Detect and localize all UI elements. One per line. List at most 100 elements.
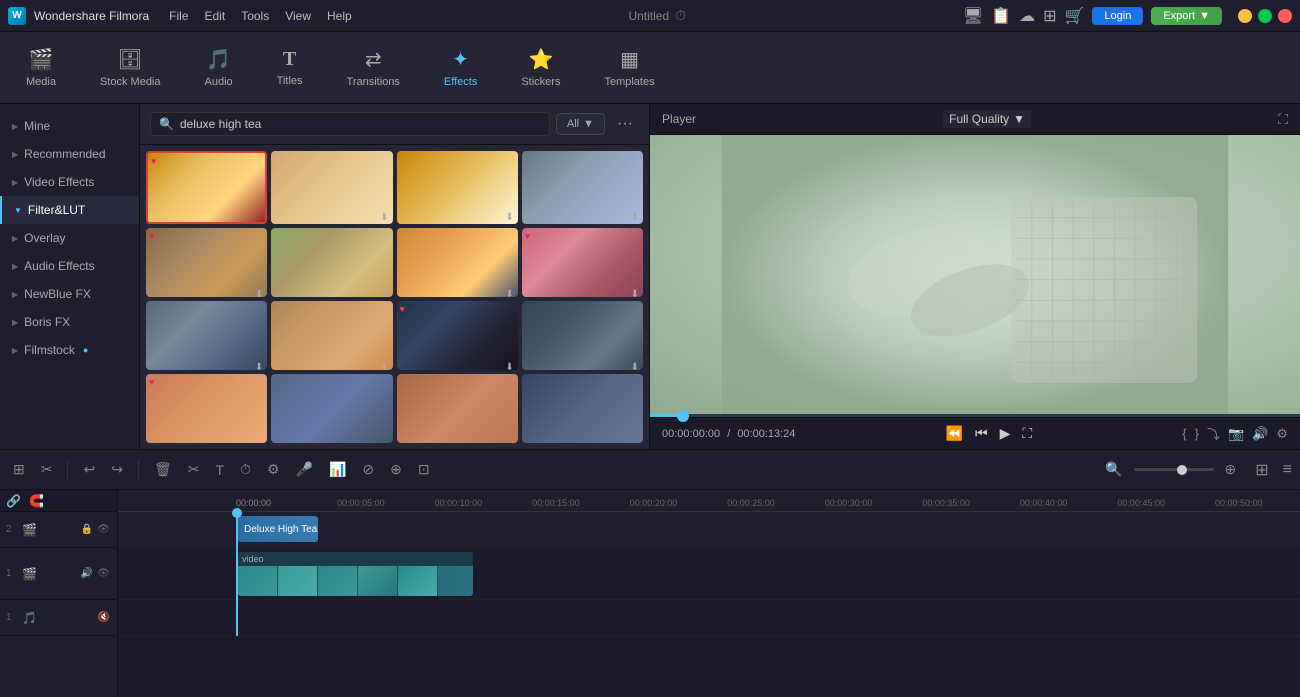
toolbar-transitions[interactable]: ⇄ Transitions	[337, 41, 410, 94]
panel-item-video-effects[interactable]: ▶ Video Effects	[0, 168, 139, 196]
panel-item-filmstock[interactable]: ▶ Filmstock ●	[0, 336, 139, 364]
seek-thumb[interactable]	[677, 410, 689, 422]
timeline-tool-select[interactable]: ⊞	[8, 457, 30, 482]
effect-card-oak-buff[interactable]: ♥ ⬇ Oak Buff	[146, 228, 267, 297]
menu-edit[interactable]: Edit	[205, 9, 226, 23]
panel-item-mine[interactable]: ▶ Mine	[0, 112, 139, 140]
track-vol-button[interactable]: 🔊	[80, 567, 94, 580]
volume-icon[interactable]: 🔊	[1252, 426, 1268, 442]
menu-file[interactable]: File	[169, 9, 188, 23]
panel-newblue-label: NewBlue FX	[24, 287, 91, 301]
close-button[interactable]	[1278, 9, 1292, 23]
rewind-button[interactable]: ⏪	[946, 425, 963, 442]
track-hide-button[interactable]: 👁	[96, 523, 111, 536]
login-button[interactable]: Login	[1092, 7, 1143, 25]
search-input[interactable]	[180, 117, 541, 131]
toolbar-templates[interactable]: ▦ Templates	[594, 41, 664, 94]
effect-card-magazine-cover[interactable]: ⬇ Magazine Cover 01	[146, 301, 267, 370]
minimize-button[interactable]	[1238, 9, 1252, 23]
filter-dropdown[interactable]: All ▼	[556, 113, 605, 135]
zoom-out-button[interactable]: 🔍	[1100, 457, 1127, 482]
chevron-icon: ▶	[12, 318, 18, 327]
effect-card-seaside-high-tea[interactable]: ⬇ Seaside High Tea	[271, 151, 392, 224]
panel-item-newblue-fx[interactable]: ▶ NewBlue FX	[0, 280, 139, 308]
mark-in-icon[interactable]: {	[1182, 426, 1186, 441]
toolbar-audio[interactable]: 🎵 Audio	[195, 41, 243, 94]
timeline-section: ⊞ ✂ ↩ ↪ 🗑 ✂ T ⏱ ⚙ 🎤 📊 ⊘ ⊕ ⊡ 🔍 ⊕ ⊞ ≡	[0, 449, 1300, 697]
preview-video-area	[650, 135, 1300, 414]
delete-button[interactable]: 🗑	[149, 457, 177, 482]
cloud-icon[interactable]: ☁	[1019, 6, 1035, 26]
playhead[interactable]	[236, 512, 238, 636]
grid-icon[interactable]: ⊞	[1043, 6, 1056, 26]
track-lock-button[interactable]: 🔒	[80, 523, 94, 536]
video-clip[interactable]: video	[238, 552, 473, 596]
insert-icon[interactable]: ⤵	[1207, 424, 1220, 443]
link-tracks-button[interactable]: 🔗	[6, 494, 21, 508]
layout-grid-button[interactable]: ⊞	[1255, 460, 1268, 480]
voice-button[interactable]: 🎤	[291, 457, 318, 482]
text-button[interactable]: T	[210, 458, 229, 482]
track-mute-button[interactable]: 🔇	[97, 611, 111, 624]
play-button[interactable]: ▶	[1000, 425, 1011, 442]
effect-card-deluxe-high-tea[interactable]: ♥ Deluxe High Tea	[146, 151, 267, 224]
placeholder-button[interactable]: ⊡	[413, 457, 435, 482]
menu-tools[interactable]: Tools	[241, 9, 269, 23]
insert2-button[interactable]: ⊕	[385, 457, 407, 482]
cut-button[interactable]: ✂	[183, 457, 205, 482]
monitor-icon[interactable]: 🖥	[963, 6, 983, 26]
toolbar-stock-media[interactable]: 🗄 Stock Media	[90, 41, 171, 94]
zoom-slider[interactable]	[1134, 468, 1214, 471]
toolbar-titles[interactable]: T Titles	[267, 42, 313, 93]
effect-card-portrait-lut[interactable]: ♥ ⬇ Portrait LUT Pack Filter...	[397, 301, 518, 370]
mark-out-icon[interactable]: }	[1195, 426, 1199, 441]
effect-card-travel-chic[interactable]: ⬇ Travel Chic Overlay 1	[271, 301, 392, 370]
effect-card-row4c[interactable]	[397, 374, 518, 443]
adjust-button[interactable]: ⚙	[262, 457, 285, 482]
export-button[interactable]: Export▼	[1151, 7, 1222, 25]
panel-item-recommended[interactable]: ▶ Recommended	[0, 140, 139, 168]
zoom-in-button[interactable]: ⊕	[1220, 457, 1242, 482]
quality-selector[interactable]: Full Quality ▼	[943, 110, 1031, 128]
panel-item-audio-effects[interactable]: ▶ Audio Effects	[0, 252, 139, 280]
effect-card-golden-mountains[interactable]: ⬇ Golden Mountains	[397, 228, 518, 297]
effect-card-row4d[interactable]	[522, 374, 643, 443]
timeline-tool-razor[interactable]: ✂	[36, 457, 58, 482]
expand-icon[interactable]: ⛶	[1278, 111, 1288, 128]
frame-back-button[interactable]: ⏮	[975, 425, 988, 442]
bookmark-icon[interactable]: 📋	[991, 6, 1011, 26]
track-hide-button2[interactable]: 👁	[96, 567, 111, 580]
fullscreen-button[interactable]: ⛶	[1022, 425, 1032, 442]
more-options-button[interactable]: ···	[611, 113, 639, 135]
snap-button[interactable]: 🧲	[29, 494, 44, 508]
panel-item-boris-fx[interactable]: ▶ Boris FX	[0, 308, 139, 336]
cart-icon[interactable]: 🛒	[1064, 6, 1084, 26]
seek-bar[interactable]	[650, 414, 1300, 417]
toolbar-effects[interactable]: ✦ Effects	[434, 41, 487, 94]
toolbar-media[interactable]: 🎬 Media	[16, 41, 66, 94]
toolbar-stickers[interactable]: ⭐ Stickers	[511, 41, 570, 94]
effect-card-exquisite-cakes[interactable]: ⬇ Exquisite Cakes	[397, 151, 518, 224]
effect-card-row4b[interactable]	[271, 374, 392, 443]
panel-item-filter-lut[interactable]: ▼ Filter&LUT	[0, 196, 139, 224]
duration-button[interactable]: ⏱	[235, 457, 256, 482]
timeline-tracks-area[interactable]: 00:00:00 00:00:05:00 00:00:10:00 00:00:1…	[118, 490, 1300, 697]
undo-button[interactable]: ↩	[78, 457, 100, 482]
redo-button[interactable]: ↪	[106, 457, 128, 482]
snapshot-icon[interactable]: 📷	[1228, 426, 1244, 442]
settings-icon[interactable]: ⚙	[1276, 426, 1288, 442]
maximize-button[interactable]	[1258, 9, 1272, 23]
effect-card-row4a[interactable]: ♥	[146, 374, 267, 443]
panel-toggle-button[interactable]: ≡	[1283, 461, 1292, 479]
menu-view[interactable]: View	[285, 9, 311, 23]
effect-card-fresh-sushi[interactable]: ⬇ Fresh Sushi	[271, 228, 392, 297]
effect-card-dusted-rose[interactable]: ♥ ⬇ Dusted Rose	[522, 228, 643, 297]
menu-help[interactable]: Help	[327, 9, 352, 23]
transitions-icon: ⇄	[365, 47, 382, 72]
track-button[interactable]: 📊	[324, 457, 351, 482]
effect-card-magnificent-mountains[interactable]: ⬇ Magnificent Mountai...	[522, 301, 643, 370]
panel-item-overlay[interactable]: ▶ Overlay	[0, 224, 139, 252]
effect-card-cold-mountains[interactable]: ⬇ Cold Mountains	[522, 151, 643, 224]
filter-clip[interactable]: Deluxe High Tea	[238, 516, 318, 542]
split-button[interactable]: ⊘	[357, 457, 379, 482]
